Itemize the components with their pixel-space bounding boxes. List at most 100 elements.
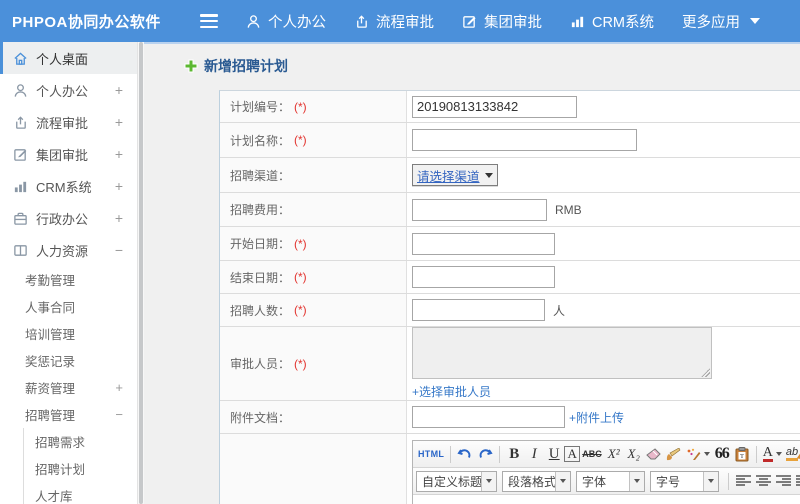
redo-icon[interactable] [475,443,495,465]
channel-select[interactable]: 请选择渠道 [412,164,498,186]
sidebar-item-workflow-approval[interactable]: 流程审批 + [0,106,137,138]
font-color-button[interactable]: A [761,443,784,465]
sidebar-subitem-hr-contract[interactable]: 人事合同 [0,293,137,320]
strikethrough-button[interactable]: ABC [580,443,604,465]
caret-down-icon [555,471,570,491]
sidebar-item-crm[interactable]: CRM系统 + [0,170,137,202]
top-nav-workflow-approval[interactable]: 流程审批 [354,11,434,32]
sidebar-subitem-attendance[interactable]: 考勤管理 [0,266,137,293]
sidebar-item-label: 流程审批 [36,115,89,131]
editor-toolbar-row1: HTML B I U A ABC X² X₂ 66 T A ab [413,441,800,468]
sidebar-subitem-salary[interactable]: 薪资管理 + [0,374,137,401]
sidebar-scrollbar[interactable] [137,42,144,504]
user-icon [247,14,260,28]
plan-no-input[interactable] [412,95,577,118]
required-mark: (*) [294,303,307,317]
svg-text:T: T [740,453,744,460]
subscript-button[interactable]: X₂ [624,443,644,465]
font-border-button[interactable]: A [564,446,581,462]
rich-text-editor: HTML B I U A ABC X² X₂ 66 T A ab 自定义标题 段… [412,440,800,504]
align-center-icon[interactable] [753,470,773,492]
expand-icon[interactable]: + [115,82,127,98]
book-icon [14,244,27,256]
top-nav-personal-office[interactable]: 个人办公 [246,11,326,32]
sidebar-item-admin-office[interactable]: 行政办公 + [0,202,137,234]
expand-icon[interactable]: + [115,146,127,162]
attachment-input[interactable] [412,406,565,428]
top-nav-more-apps[interactable]: 更多应用 [682,11,760,32]
fee-unit: RMB [555,202,582,217]
format-brush-icon[interactable] [664,443,684,465]
sidebar-item-group-approval[interactable]: 集团审批 + [0,138,137,170]
sidebar: 个人桌面 个人办公 + 流程审批 + 集团审批 + CRM系统 + 行政办公 +… [0,42,137,504]
page-title: 新增招聘计划 [184,56,800,76]
end-date-input[interactable] [412,266,555,288]
sidebar-subsubitem-recruit-plan[interactable]: 招聘计划 [24,455,137,482]
top-nav-label: 集团审批 [483,14,542,31]
headcount-input[interactable] [412,299,545,321]
align-right-icon[interactable] [773,470,793,492]
sidebar-subitem-recruitment-mgmt[interactable]: 招聘管理 − [0,401,137,428]
sidebar-subsubitem-talent-pool[interactable]: 人才库 [24,482,137,504]
custom-heading-select[interactable]: 自定义标题 [416,470,497,492]
italic-button[interactable]: I [524,443,544,465]
align-justify-icon[interactable] [793,470,800,492]
collapse-icon[interactable]: − [115,242,127,258]
main-content: 新增招聘计划 计划编号： (*) 计划名称： (*) 招聘渠道： [144,42,800,504]
plan-name-input[interactable] [412,129,637,151]
sidebar-item-label: CRM系统 [36,179,92,195]
caret-down-icon [703,471,718,491]
expand-icon[interactable]: + [115,380,123,395]
font-size-select[interactable]: 字号 [650,470,719,492]
sidebar-subsubitem-recruit-demand[interactable]: 招聘需求 [24,428,137,455]
expand-icon[interactable]: + [115,114,127,130]
attachment-upload-link[interactable]: +附件上传 [569,409,624,426]
top-navbar: PHPOA协同办公软件 个人办公 流程审批 集团审批 CRM系统 更多应用 [0,0,800,42]
scrollbar-thumb[interactable] [139,42,143,504]
editor-content-area[interactable] [413,495,800,504]
paste-text-icon[interactable]: T [732,443,752,465]
start-date-input[interactable] [412,232,555,255]
underline-button[interactable]: U [544,443,564,465]
blockquote-button[interactable]: 66 [712,443,732,465]
top-nav-group-approval[interactable]: 集团审批 [462,11,542,32]
chart-icon [14,181,27,192]
sidebar-subitem-training[interactable]: 培训管理 [0,320,137,347]
spray-color-icon[interactable] [684,443,712,465]
editor-toolbar-row2: 自定义标题 段落格式 字体 字号 [413,468,800,495]
select-approver-link[interactable]: +选择审批人员 [412,383,491,400]
required-mark: (*) [294,356,307,371]
undo-icon[interactable] [455,443,475,465]
fee-input[interactable] [412,198,547,221]
eraser-icon[interactable] [644,443,664,465]
sidebar-item-personal-office[interactable]: 个人办公 + [0,74,137,106]
sidebar-item-hr[interactable]: 人力资源 − [0,234,137,266]
required-mark: (*) [294,236,307,251]
highlight-color-button[interactable]: ab [784,443,800,465]
html-source-button[interactable]: HTML [416,443,446,465]
bold-button[interactable]: B [504,443,524,465]
hamburger-menu-icon[interactable] [200,14,218,28]
top-nav: 个人办公 流程审批 集团审批 CRM系统 更多应用 [246,11,788,32]
sidebar-item-personal-desktop[interactable]: 个人桌面 [0,42,137,74]
top-nav-crm[interactable]: CRM系统 [570,11,654,32]
approver-textarea[interactable] [412,327,712,379]
paragraph-format-select[interactable]: 段落格式 [502,470,571,492]
align-left-icon[interactable] [733,470,753,492]
resize-grip-icon[interactable] [701,368,710,377]
sidebar-subitem-rewards[interactable]: 奖惩记录 [0,347,137,374]
form-row-approver: 审批人员： (*) +选择审批人员 [220,327,800,401]
superscript-button[interactable]: X² [604,443,624,465]
recruitment-plan-form: 计划编号： (*) 计划名称： (*) 招聘渠道： 请选择渠道 [219,90,800,504]
expand-icon[interactable]: + [115,178,127,194]
expand-icon[interactable]: + [115,210,127,226]
top-nav-label: CRM系统 [591,14,654,31]
form-row-fee: 招聘费用： RMB [220,193,800,227]
recruitment-submenu: 招聘需求 招聘计划 人才库 [23,428,137,504]
select-arrow-icon [484,172,493,178]
font-family-select[interactable]: 字体 [576,470,645,492]
top-nav-label: 个人办公 [267,14,326,31]
sidebar-item-label: 个人办公 [36,83,89,99]
headcount-unit: 人 [553,303,566,318]
collapse-icon[interactable]: − [115,407,123,422]
